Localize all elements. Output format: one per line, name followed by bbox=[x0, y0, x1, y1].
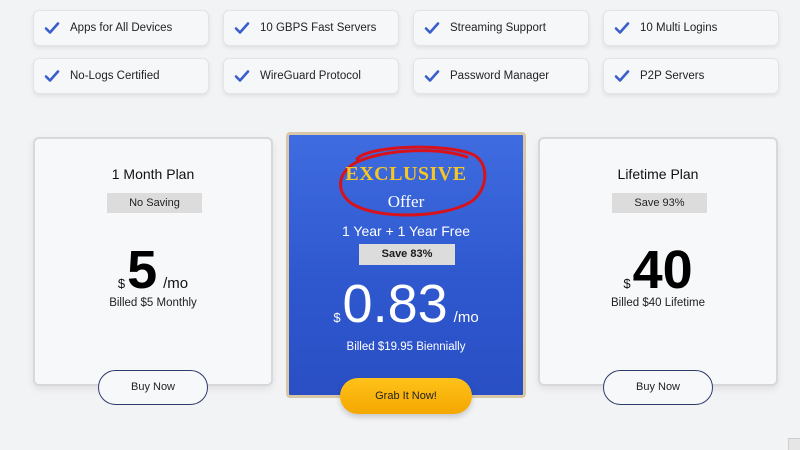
checkmark-icon bbox=[424, 20, 440, 36]
checkmark-icon bbox=[614, 20, 630, 36]
feature-item: P2P Servers bbox=[603, 58, 779, 94]
plan-title: 1 Month Plan bbox=[111, 166, 195, 182]
feature-label: Streaming Support bbox=[450, 22, 546, 34]
price-currency: $ bbox=[333, 310, 341, 325]
feature-label: 10 GBPS Fast Servers bbox=[260, 22, 377, 34]
feature-label: Apps for All Devices bbox=[70, 22, 173, 34]
plan-card-lifetime: Lifetime Plan Save 93% $ 40 Billed $40 L… bbox=[538, 137, 778, 386]
buy-now-button-monthly[interactable]: Buy Now bbox=[98, 370, 208, 405]
plan-billing: Billed $40 Lifetime bbox=[611, 297, 705, 309]
plan-billing: Billed $19.95 Biennially bbox=[346, 341, 466, 353]
checkmark-icon bbox=[234, 20, 250, 36]
checkmark-icon bbox=[44, 20, 60, 36]
buy-now-button-lifetime[interactable]: Buy Now bbox=[603, 370, 713, 405]
plan-price: $ 40 bbox=[540, 243, 776, 297]
feature-item: Password Manager bbox=[413, 58, 589, 94]
feature-label: 10 Multi Logins bbox=[640, 22, 718, 34]
feature-item: Streaming Support bbox=[413, 10, 589, 46]
plan-title: Lifetime Plan bbox=[617, 166, 699, 182]
plan-price: $ 0.83 /mo bbox=[289, 275, 523, 333]
price-period: /mo bbox=[453, 309, 479, 326]
plan-badge: Save 93% bbox=[612, 193, 707, 213]
plan-badge: No Saving bbox=[107, 193, 202, 213]
features-grid: Apps for All Devices 10 GBPS Fast Server… bbox=[33, 10, 779, 94]
checkmark-icon bbox=[234, 68, 250, 84]
price-currency: $ bbox=[117, 276, 126, 291]
feature-label: Password Manager bbox=[450, 70, 550, 82]
grab-it-now-button[interactable]: Grab It Now! bbox=[340, 378, 472, 414]
price-amount: 0.83 bbox=[342, 274, 448, 334]
plan-deal: 1 Year + 1 Year Free bbox=[341, 223, 471, 239]
price-amount: 40 bbox=[632, 240, 693, 300]
checkmark-icon bbox=[424, 68, 440, 84]
feature-item: Apps for All Devices bbox=[33, 10, 209, 46]
feature-label: WireGuard Protocol bbox=[260, 70, 361, 82]
price-currency: $ bbox=[623, 276, 631, 291]
feature-label: No-Logs Certified bbox=[70, 70, 160, 82]
plan-badge: Save 83% bbox=[359, 244, 455, 265]
price-amount: 5 bbox=[127, 240, 158, 300]
plan-price: $ 5 /mo bbox=[35, 243, 271, 297]
plan-billing: Billed $5 Monthly bbox=[109, 297, 197, 309]
feature-item: WireGuard Protocol bbox=[223, 58, 399, 94]
plan-card-monthly: 1 Month Plan No Saving $ 5 /mo Billed $5… bbox=[33, 137, 273, 386]
exclusive-label: EXCLUSIVE bbox=[345, 163, 467, 185]
resize-corner bbox=[788, 438, 800, 450]
feature-item: 10 Multi Logins bbox=[603, 10, 779, 46]
offer-label: Offer bbox=[387, 192, 425, 211]
plan-card-featured: EXCLUSIVE Offer 1 Year + 1 Year Free Sav… bbox=[286, 132, 526, 398]
feature-item: 10 GBPS Fast Servers bbox=[223, 10, 399, 46]
price-period: /mo bbox=[163, 275, 189, 292]
feature-item: No-Logs Certified bbox=[33, 58, 209, 94]
feature-label: P2P Servers bbox=[640, 70, 705, 82]
checkmark-icon bbox=[44, 68, 60, 84]
checkmark-icon bbox=[614, 68, 630, 84]
